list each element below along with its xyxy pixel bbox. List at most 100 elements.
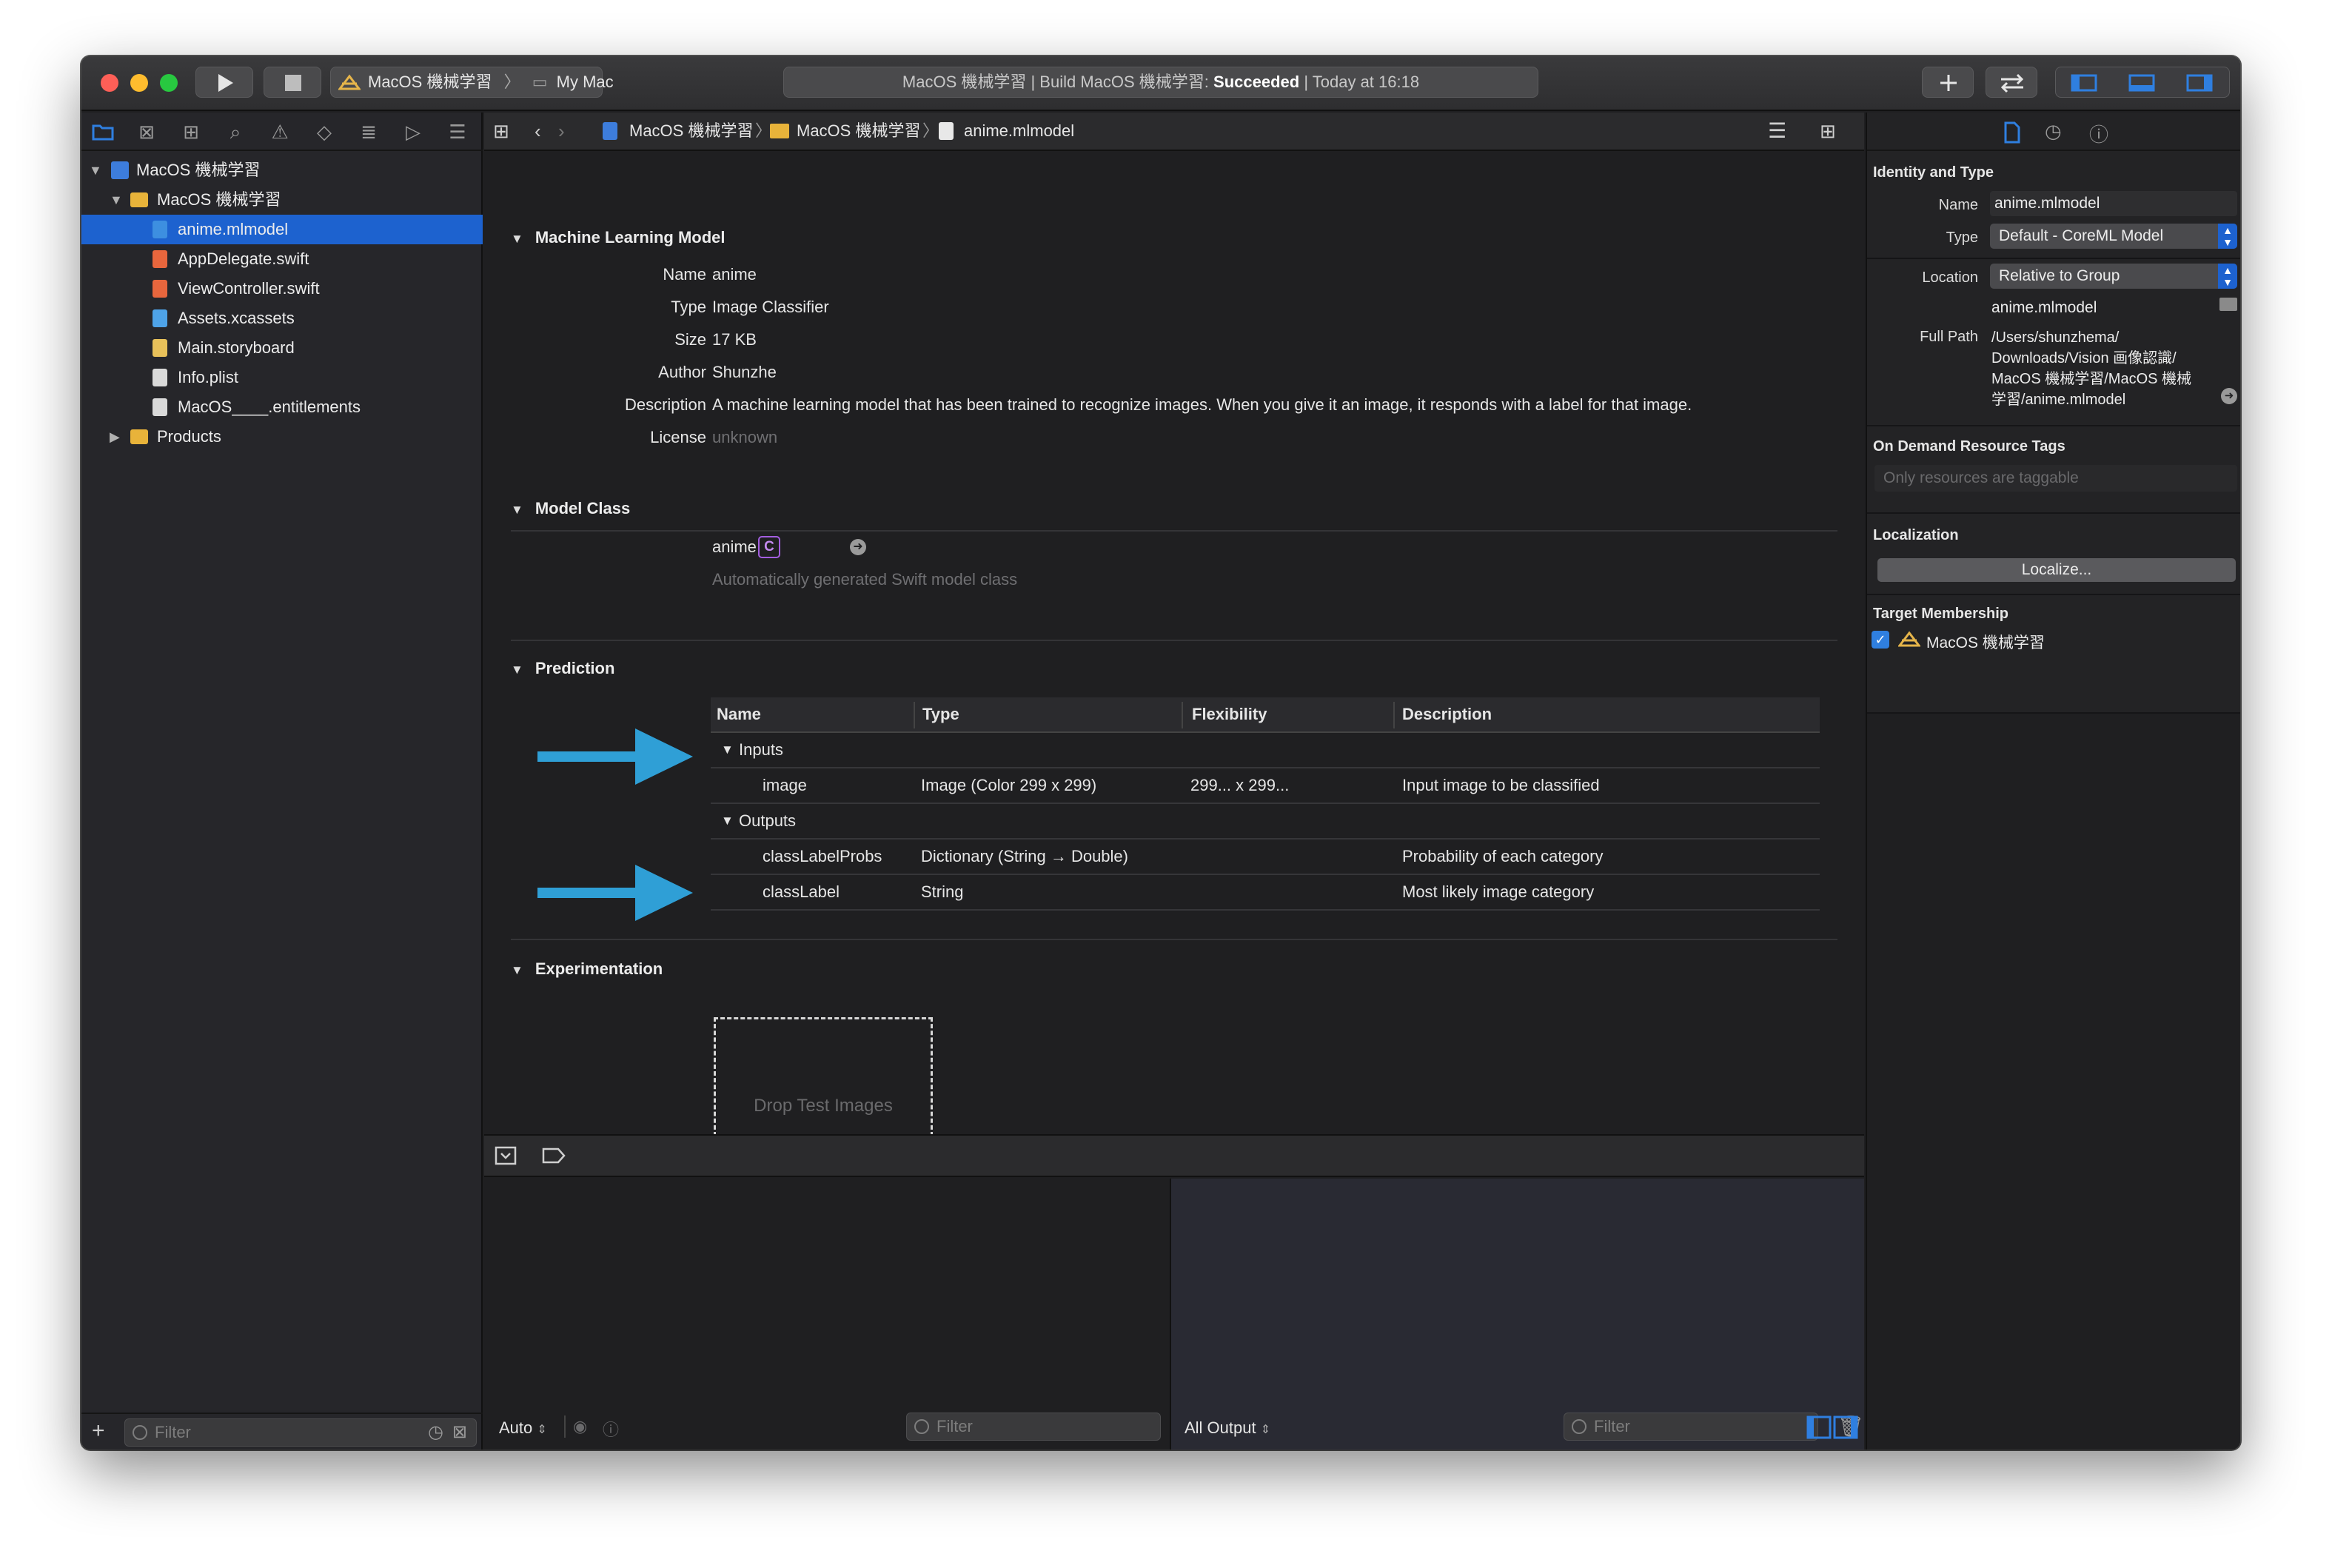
file-inspector-icon[interactable]	[2003, 121, 2021, 144]
forward-chevron-icon[interactable]: ›	[558, 113, 565, 150]
reveal-in-finder-icon[interactable]: ➜	[2221, 388, 2237, 404]
variables-filter-input[interactable]: Filter	[906, 1413, 1161, 1441]
go-to-class-icon[interactable]: ➜	[850, 539, 866, 555]
editor-options-icon[interactable]: ☰	[1768, 113, 1786, 150]
model-class-name[interactable]: anime	[712, 537, 757, 557]
column-header-type[interactable]: Type	[922, 697, 959, 731]
debug-bar	[484, 1136, 1864, 1177]
disclosure-open-icon[interactable]: ▼	[511, 503, 523, 517]
disclosure-open-icon[interactable]: ▼	[721, 733, 734, 767]
back-chevron-icon[interactable]: ‹	[535, 113, 541, 150]
file-row[interactable]: MacOS____.entitlements	[81, 392, 483, 422]
info-icon[interactable]: ⓘ	[603, 1417, 619, 1441]
disclosure-open-icon[interactable]: ▼	[511, 963, 523, 978]
console-filter-input[interactable]: Filter	[1564, 1413, 1818, 1441]
file-row[interactable]: anime.mlmodel	[81, 215, 483, 244]
table-row[interactable]: classLabelProbs Dictionary (String → Dou…	[711, 840, 1820, 875]
full-path-value: /Users/shunzhema/ Downloads/Vision 画像認識/…	[1991, 327, 2191, 410]
zoom-window-button[interactable]	[160, 74, 178, 92]
add-icon[interactable]: +	[92, 1418, 105, 1444]
related-items-icon[interactable]: ⊞	[493, 113, 509, 150]
console-view[interactable]	[1171, 1179, 1864, 1450]
hide-debug-area-icon[interactable]	[495, 1146, 517, 1165]
location-value: Relative to Group	[1999, 267, 2120, 284]
target-checkbox[interactable]: ✓	[1872, 631, 1889, 649]
disclosure-open-icon[interactable]: ▼	[721, 804, 734, 838]
model-editor: ⊞ ‹ › MacOS 機械学習 〉 MacOS 機械学習 〉 anime.ml…	[484, 113, 1864, 1190]
odr-tags-field[interactable]: Only resources are taggable	[1874, 465, 2237, 492]
disclosure-open-icon[interactable]: ▼	[89, 155, 102, 185]
tree-row-products[interactable]: ▶ Products	[81, 422, 483, 452]
reveal-folder-icon[interactable]	[2219, 298, 2237, 311]
name-field[interactable]: anime.mlmodel	[1990, 191, 2237, 216]
navigator-panel-icon[interactable]	[2071, 74, 2097, 92]
swift-file-icon	[153, 280, 167, 298]
stop-button[interactable]	[264, 67, 321, 98]
minimize-window-button[interactable]	[130, 74, 148, 92]
table-row[interactable]: image Image (Color 299 x 299) 299... x 2…	[711, 768, 1820, 804]
breakpoints-toggle-icon[interactable]	[542, 1147, 566, 1164]
scheme-device: My Mac	[556, 73, 614, 91]
split-view-toggle-icon[interactable]	[1806, 1415, 1860, 1439]
outputs-group-row[interactable]: ▼ Outputs	[711, 804, 1820, 840]
type-popup[interactable]: Default - CoreML Model ▲ ▼	[1990, 224, 2237, 249]
breakpoint-navigator-icon[interactable]: ▷	[401, 120, 425, 144]
localize-button[interactable]: Localize...	[1877, 558, 2236, 582]
test-navigator-icon[interactable]: ◇	[312, 120, 336, 144]
debug-panel-icon[interactable]	[2128, 74, 2155, 92]
quick-help-icon[interactable]: ⓘ	[2089, 120, 2108, 147]
output-type: String	[921, 882, 964, 901]
model-field-value: Image Classifier	[712, 298, 829, 316]
quick-look-eye-icon[interactable]: ◉	[573, 1417, 587, 1436]
folder-navigator-icon[interactable]	[92, 123, 114, 141]
navigator-filter-placeholder: Filter	[155, 1423, 191, 1441]
tree-row-project[interactable]: ▼ MacOS 機械学習	[81, 155, 483, 185]
breadcrumb-project[interactable]: MacOS 機械学習	[629, 113, 753, 150]
debug-navigator-icon[interactable]: ≣	[357, 120, 381, 144]
file-row[interactable]: Main.storyboard	[81, 333, 483, 363]
table-row[interactable]: classLabel String Most likely image cate…	[711, 875, 1820, 911]
find-navigator-icon[interactable]: ⌕	[224, 120, 247, 144]
history-inspector-icon[interactable]: ◷	[2045, 120, 2062, 143]
inspector-panel-icon[interactable]	[2186, 74, 2213, 92]
library-button[interactable]	[1922, 67, 1974, 98]
play-icon	[218, 74, 233, 92]
run-button[interactable]	[195, 67, 253, 98]
close-window-button[interactable]	[101, 74, 118, 92]
model-class-section-header[interactable]: ▼ Model Class	[511, 499, 630, 518]
experimentation-section-header[interactable]: ▼ Experimentation	[511, 959, 663, 979]
file-row[interactable]: ViewController.swift	[81, 274, 483, 304]
scm-filter-icon[interactable]: ⊠	[452, 1419, 467, 1446]
console-output-popup[interactable]: All Output ⇕	[1185, 1418, 1270, 1438]
variables-scope-popup[interactable]: Auto ⇕	[499, 1418, 547, 1438]
column-header-flexibility[interactable]: Flexibility	[1192, 697, 1267, 731]
file-row[interactable]: AppDelegate.swift	[81, 244, 483, 274]
breadcrumb-file[interactable]: anime.mlmodel	[964, 113, 1074, 150]
all-output-label: All Output	[1185, 1418, 1256, 1437]
file-row[interactable]: Assets.xcassets	[81, 304, 483, 333]
inputs-group-row[interactable]: ▼ Inputs	[711, 733, 1820, 768]
source-control-icon[interactable]: ⊠	[135, 120, 158, 144]
disclosure-open-icon[interactable]: ▼	[511, 232, 523, 247]
tree-row-group[interactable]: ▼ MacOS 機械学習	[81, 185, 483, 215]
location-popup[interactable]: Relative to Group ▲ ▼	[1990, 264, 2237, 289]
issue-navigator-icon[interactable]: ⚠	[268, 120, 292, 144]
add-editor-icon[interactable]: ⊞	[1820, 113, 1836, 150]
file-row[interactable]: Info.plist	[81, 363, 483, 392]
disclosure-closed-icon[interactable]: ▶	[110, 422, 120, 452]
navigator-filter-input[interactable]: Filter ◷ ⊠	[124, 1418, 477, 1447]
report-navigator-icon[interactable]: ☰	[446, 120, 469, 144]
variables-view[interactable]	[484, 1179, 1170, 1450]
disclosure-open-icon[interactable]: ▼	[511, 663, 523, 677]
column-header-description[interactable]: Description	[1402, 697, 1492, 731]
ml-model-section-header[interactable]: ▼ Machine Learning Model	[511, 228, 726, 247]
recent-files-icon[interactable]: ◷	[428, 1419, 443, 1446]
scheme-selector[interactable]: MacOS 機械学習 〉 ▭ My Mac	[330, 67, 614, 98]
breadcrumb-group[interactable]: MacOS 機械学習	[797, 113, 920, 150]
code-review-button[interactable]	[1986, 67, 2037, 98]
disclosure-open-icon[interactable]: ▼	[110, 185, 123, 215]
prediction-section-header[interactable]: ▼ Prediction	[511, 659, 614, 678]
symbol-navigator-icon[interactable]: ⊞	[179, 120, 203, 144]
column-header-name[interactable]: Name	[717, 697, 761, 731]
project-navigator: ⊠ ⊞ ⌕ ⚠ ◇ ≣ ▷ ☰ ▼ MacOS 機械学習 ▼ MacOS 機械学…	[81, 113, 483, 1450]
